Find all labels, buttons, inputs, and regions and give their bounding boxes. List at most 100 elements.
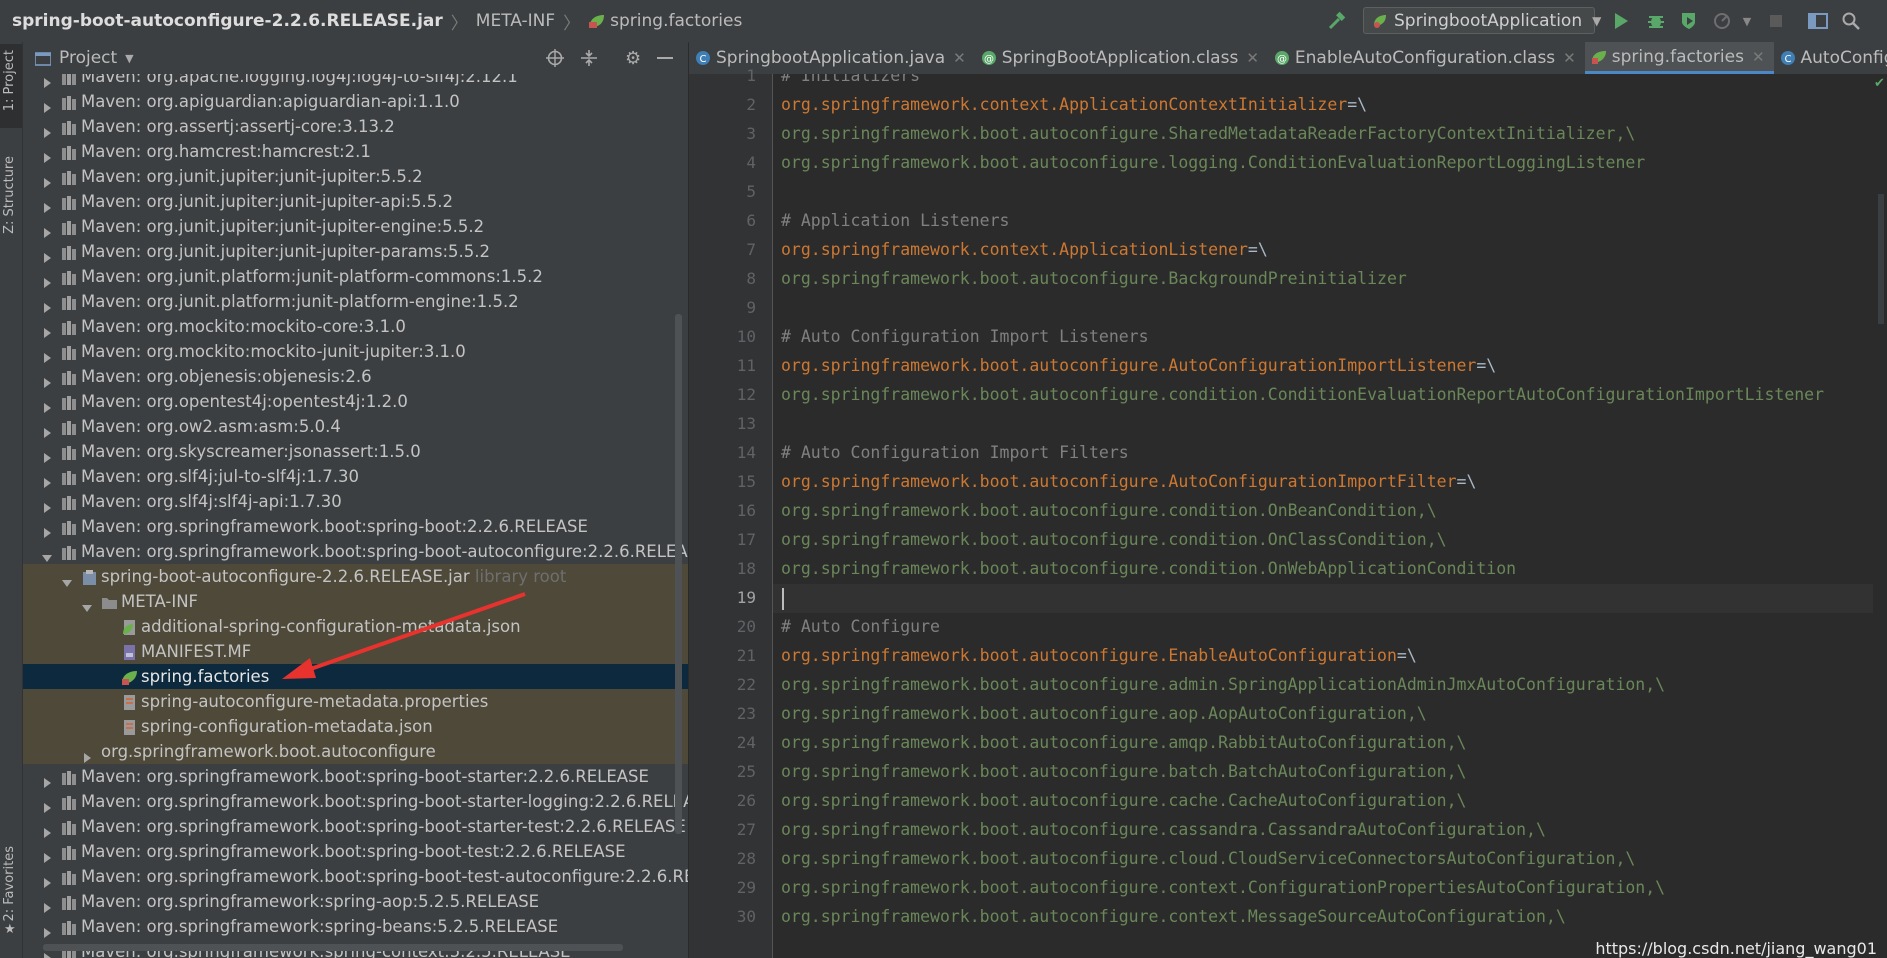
tree-row[interactable]: Maven: org.springframework.boot:spring-b… [23, 539, 688, 564]
tool-window-favorites[interactable]: 2: Favorites ★ [0, 842, 22, 942]
tree-row[interactable]: Maven: org.junit.platform:junit-platform… [23, 264, 688, 289]
tree-row[interactable]: Maven: org.junit.jupiter:junit-jupiter-e… [23, 214, 688, 239]
tree-row[interactable]: spring-boot-autoconfigure-2.2.6.RELEASE.… [23, 564, 688, 589]
tree-row[interactable]: Maven: org.slf4j:jul-to-slf4j:1.7.30 [23, 464, 688, 489]
close-tab-icon[interactable]: ✕ [953, 49, 966, 67]
expand-arrow-right-icon[interactable] [41, 871, 53, 888]
tool-window-structure[interactable]: Z: Structure [0, 152, 22, 242]
close-tab-icon[interactable]: ✕ [1752, 48, 1765, 66]
tree-row[interactable]: Maven: org.springframework:spring-aop:5.… [23, 889, 688, 914]
tree-row[interactable]: Maven: org.hamcrest:hamcrest:2.1 [23, 139, 688, 164]
expand-arrow-down-icon[interactable] [61, 571, 73, 587]
breadcrumb-file[interactable]: spring.factories [610, 11, 742, 31]
expand-arrow-right-icon[interactable] [41, 246, 53, 263]
props-icon [121, 693, 138, 710]
expand-arrow-right-icon[interactable] [41, 196, 53, 213]
run-configuration-select[interactable]: SpringbootApplication ▼ [1363, 7, 1601, 34]
tree-row[interactable]: Maven: org.opentest4j:opentest4j:1.2.0 [23, 389, 688, 414]
locate-file-icon[interactable] [546, 49, 564, 72]
expand-arrow-right-icon[interactable] [41, 496, 53, 513]
expand-arrow-right-icon[interactable] [41, 846, 53, 863]
tree-row[interactable]: Maven: org.apache.logging.log4j:log4j-to… [23, 74, 688, 89]
tree-row[interactable]: Maven: org.junit.jupiter:junit-jupiter-a… [23, 189, 688, 214]
gear-icon[interactable]: ⚙ [625, 48, 641, 69]
editor-tab[interactable]: C AutoConfiguratio [1774, 42, 1887, 74]
tree-row[interactable]: Maven: org.mockito:mockito-junit-jupiter… [23, 339, 688, 364]
tree-row-label: Maven: org.junit.jupiter:junit-jupiter-a… [81, 192, 454, 211]
tree-row[interactable]: Maven: org.junit.jupiter:junit-jupiter-p… [23, 239, 688, 264]
tree-row[interactable]: spring-autoconfigure-metadata.properties [23, 689, 688, 714]
expand-arrow-right-icon[interactable] [41, 96, 53, 113]
tree-horizontal-scrollbar[interactable] [43, 944, 623, 951]
expand-arrow-right-icon[interactable] [41, 296, 53, 313]
editor-tab[interactable]: @ EnableAutoConfiguration.class ✕ [1268, 42, 1585, 74]
tree-row[interactable]: Maven: org.assertj:assertj-core:3.13.2 [23, 114, 688, 139]
tree-row[interactable]: Maven: org.junit.jupiter:junit-jupiter:5… [23, 164, 688, 189]
breadcrumb-jar[interactable]: spring-boot-autoconfigure-2.2.6.RELEASE.… [12, 11, 443, 31]
expand-arrow-right-icon[interactable] [41, 346, 53, 363]
profiler-icon[interactable] [1713, 11, 1733, 31]
expand-arrow-right-icon[interactable] [41, 221, 53, 238]
tree-row[interactable]: Maven: org.ow2.asm:asm:5.0.4 [23, 414, 688, 439]
expand-arrow-right-icon[interactable] [41, 921, 53, 938]
search-everywhere-icon[interactable] [1841, 11, 1861, 31]
tree-row[interactable]: Maven: org.springframework.boot:spring-b… [23, 814, 688, 839]
tree-row[interactable]: Maven: org.springframework.boot:spring-b… [23, 764, 688, 789]
editor-tab[interactable]: spring.factories ✕ [1584, 42, 1774, 74]
expand-arrow-down-icon[interactable] [41, 546, 53, 562]
code-comment: # Auto Configuration Import Filters [781, 443, 1129, 462]
chevron-down-icon[interactable]: ▼ [1737, 11, 1757, 31]
tree-row[interactable]: spring-configuration-metadata.json [23, 714, 688, 739]
expand-arrow-right-icon[interactable] [41, 321, 53, 338]
collapse-all-icon[interactable] [580, 49, 598, 72]
tree-row[interactable]: Maven: org.springframework.boot:spring-b… [23, 514, 688, 539]
class-icon: C [695, 50, 711, 66]
expand-arrow-right-icon[interactable] [81, 746, 93, 763]
tool-window-project[interactable]: 1: Project [0, 44, 22, 128]
close-tab-icon[interactable]: ✕ [1563, 49, 1576, 67]
code-editor[interactable]: # Initializers org.springframework.contex… [773, 74, 1873, 958]
expand-arrow-right-icon[interactable] [41, 471, 53, 488]
expand-arrow-right-icon[interactable] [41, 396, 53, 413]
expand-arrow-right-icon[interactable] [41, 896, 53, 913]
close-tab-icon[interactable]: ✕ [1246, 49, 1259, 67]
run-with-coverage-icon[interactable] [1679, 11, 1699, 31]
tree-row[interactable]: Maven: org.springframework.boot:spring-b… [23, 789, 688, 814]
tree-row[interactable]: Maven: org.springframework.boot:spring-b… [23, 839, 688, 864]
expand-arrow-right-icon[interactable] [41, 821, 53, 838]
expand-arrow-right-icon[interactable] [41, 371, 53, 388]
tree-row[interactable]: Maven: org.mockito:mockito-core:3.1.0 [23, 314, 688, 339]
expand-arrow-right-icon[interactable] [41, 796, 53, 813]
tree-row[interactable]: Maven: org.apiguardian:apiguardian-api:1… [23, 89, 688, 114]
tree-row[interactable]: Maven: org.springframework:spring-beans:… [23, 914, 688, 939]
breadcrumb-folder[interactable]: META-INF [476, 11, 555, 31]
expand-arrow-right-icon[interactable] [41, 521, 53, 538]
expand-arrow-right-icon[interactable] [41, 74, 53, 88]
project-structure-icon[interactable] [1808, 11, 1828, 31]
tree-row[interactable]: Maven: org.objenesis:objenesis:2.6 [23, 364, 688, 389]
tree-row[interactable]: Maven: org.skyscreamer:jsonassert:1.5.0 [23, 439, 688, 464]
build-hammer-icon[interactable] [1327, 11, 1347, 31]
chevron-down-icon[interactable]: ▼ [125, 52, 133, 65]
expand-arrow-right-icon[interactable] [41, 121, 53, 138]
expand-arrow-right-icon[interactable] [41, 771, 53, 788]
tree-row[interactable]: Maven: org.slf4j:slf4j-api:1.7.30 [23, 489, 688, 514]
tree-row[interactable]: org.springframework.boot.autoconfigure [23, 739, 688, 764]
run-icon[interactable] [1611, 11, 1631, 31]
expand-arrow-right-icon[interactable] [41, 146, 53, 163]
expand-arrow-right-icon[interactable] [41, 421, 53, 438]
editor-tab[interactable]: @ SpringBootApplication.class ✕ [975, 42, 1268, 74]
project-view-title[interactable]: Project [59, 48, 117, 68]
expand-arrow-right-icon[interactable] [41, 171, 53, 188]
stop-icon[interactable] [1766, 11, 1786, 31]
expand-arrow-down-icon[interactable] [81, 596, 93, 612]
tree-scrollbar[interactable] [675, 314, 682, 834]
minimize-icon[interactable] [657, 57, 673, 59]
line-number: 20 [736, 617, 756, 636]
editor-scrollbar[interactable]: ✔ [1873, 74, 1887, 958]
expand-arrow-right-icon[interactable] [41, 446, 53, 463]
tree-row[interactable]: Maven: org.springframework.boot:spring-b… [23, 864, 688, 889]
expand-arrow-right-icon[interactable] [41, 271, 53, 288]
tree-row[interactable]: Maven: org.junit.platform:junit-platform… [23, 289, 688, 314]
debug-icon[interactable] [1646, 11, 1666, 31]
